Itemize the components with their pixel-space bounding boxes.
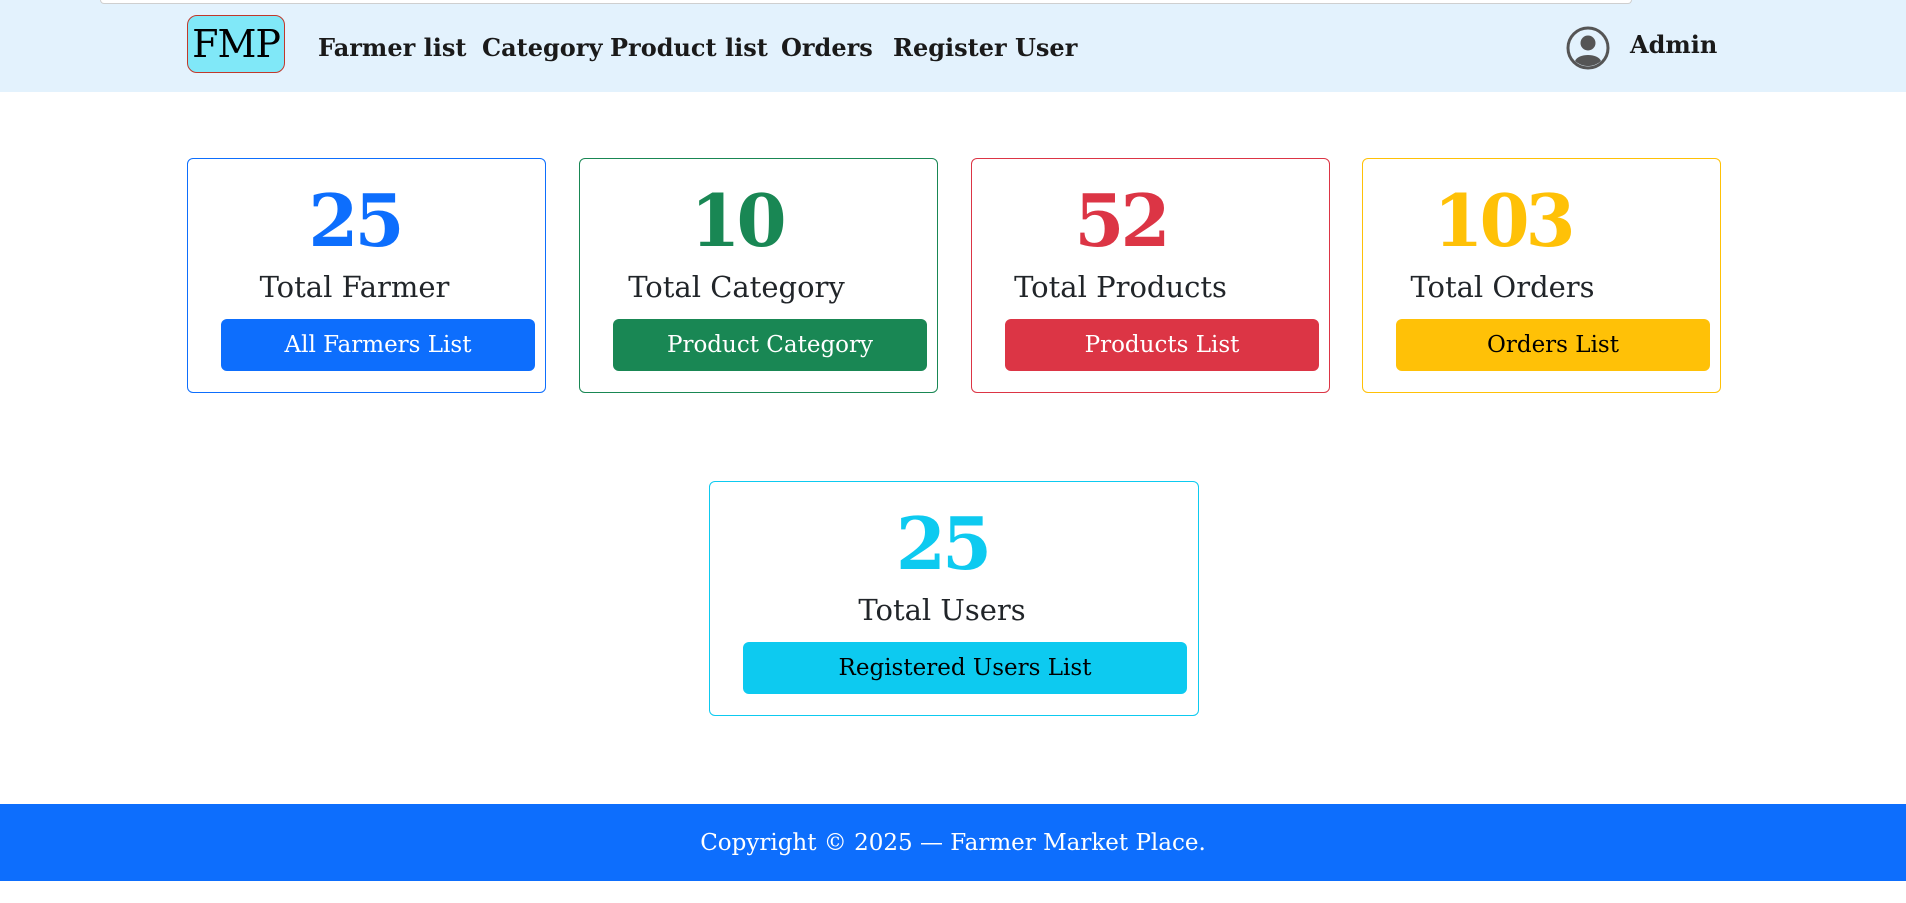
brand-logo[interactable]: FMP <box>187 15 285 73</box>
nav-register-user[interactable]: Register User <box>893 33 1077 62</box>
card-total-category: 10 Total Category Product Category <box>579 158 938 393</box>
orders-count: 103 <box>1433 178 1575 263</box>
users-count: 25 <box>895 501 992 586</box>
all-farmers-list-button[interactable]: All Farmers List <box>221 319 535 371</box>
orders-list-button[interactable]: Orders List <box>1396 319 1710 371</box>
farmer-label: Total Farmer <box>259 270 450 304</box>
card-total-users: 25 Total Users Registered Users List <box>709 481 1199 716</box>
category-label: Total Category <box>628 270 845 304</box>
nav-product-list[interactable]: Product list <box>610 33 768 62</box>
users-label: Total Users <box>858 593 1026 627</box>
navbar: FMP Farmer list Category Product list Or… <box>0 0 1906 92</box>
footer: Copyright © 2025 — Farmer Market Place. <box>0 804 1906 881</box>
nav-farmer-list[interactable]: Farmer list <box>318 33 466 62</box>
orders-label: Total Orders <box>1410 270 1595 304</box>
products-label: Total Products <box>1014 270 1227 304</box>
user-name: Admin <box>1630 29 1718 59</box>
card-total-orders: 103 Total Orders Orders List <box>1362 158 1721 393</box>
farmer-count: 25 <box>308 178 404 263</box>
user-circle-icon <box>1566 26 1610 70</box>
user-menu[interactable]: Admin <box>1566 26 1717 70</box>
card-total-products: 52 Total Products Products List <box>971 158 1330 393</box>
nav-category[interactable]: Category <box>482 33 602 62</box>
products-list-button[interactable]: Products List <box>1005 319 1319 371</box>
registered-users-list-button[interactable]: Registered Users List <box>743 642 1187 694</box>
nav-orders[interactable]: Orders <box>781 33 873 62</box>
browser-top-edge <box>100 0 1632 4</box>
footer-copyright: Copyright © 2025 — Farmer Market Place. <box>700 829 1206 856</box>
product-category-button[interactable]: Product Category <box>613 319 927 371</box>
card-total-farmer: 25 Total Farmer All Farmers List <box>187 158 546 393</box>
category-count: 10 <box>690 178 786 263</box>
products-count: 52 <box>1074 178 1170 263</box>
